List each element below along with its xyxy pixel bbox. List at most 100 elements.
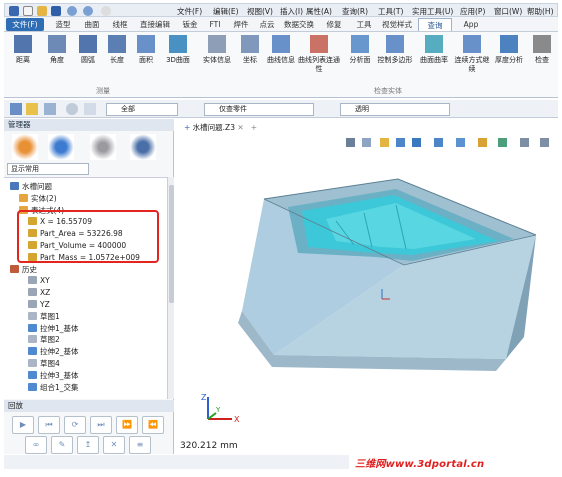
menu-item[interactable]: 窗口(W) xyxy=(494,6,522,17)
part-filter-combo[interactable]: 仅查零件 xyxy=(204,103,314,116)
tree-item[interactable]: 草图2 xyxy=(4,334,60,345)
menu-item[interactable]: 属性(A) xyxy=(306,6,332,17)
tree-item[interactable]: XZ xyxy=(4,287,50,298)
ribbon-tab[interactable]: 文件(F) xyxy=(6,18,44,31)
ribbon-tab[interactable]: 焊件 xyxy=(230,18,252,31)
assembly-tab-icon[interactable] xyxy=(48,134,74,160)
settings-icon[interactable] xyxy=(101,6,111,16)
document-tab[interactable]: + 水槽问题.Z3 ✕ + xyxy=(184,121,257,134)
select-arrow-icon[interactable] xyxy=(10,103,22,115)
link-icon[interactable]: ∞ xyxy=(25,436,47,454)
tree-item[interactable]: 组合1_交集 xyxy=(4,382,79,393)
view-icon-3[interactable] xyxy=(380,138,389,147)
app-icon[interactable] xyxy=(9,6,19,16)
box-select-icon[interactable] xyxy=(44,103,56,115)
open-folder-icon[interactable] xyxy=(37,6,47,16)
view-icon-7[interactable] xyxy=(456,138,465,147)
tree-item[interactable]: 水槽问题 xyxy=(4,181,52,192)
step-forward-button[interactable]: ⏭ xyxy=(90,416,112,434)
ribbon-button[interactable]: 面积 xyxy=(132,35,160,65)
edit-icon[interactable]: ✎ xyxy=(51,436,73,454)
graphics-viewport[interactable]: + 水槽问题.Z3 ✕ + Z X Y 320.212 mm xyxy=(176,119,558,454)
ribbon-tab[interactable]: 工具 xyxy=(352,18,376,31)
ribbon-button[interactable]: 曲线信息 xyxy=(266,35,296,65)
menu-item[interactable]: 帮助(H) xyxy=(527,6,554,17)
menu-item[interactable]: 实用工具(U) xyxy=(412,6,453,17)
menu-item[interactable]: 文件(F) xyxy=(177,6,202,17)
ribbon-tab[interactable]: 线框 xyxy=(108,18,132,31)
ribbon-tab[interactable]: 数据交换 xyxy=(282,18,316,31)
ribbon-button[interactable]: 长度 xyxy=(104,35,130,65)
play-button[interactable]: ▶ xyxy=(12,416,34,434)
loop-button[interactable]: ⟳ xyxy=(64,416,86,434)
tree-item[interactable]: 拉伸1_基体 xyxy=(4,323,79,334)
step-back-button[interactable]: ⏮ xyxy=(38,416,60,434)
ribbon-tab[interactable]: 曲面 xyxy=(80,18,104,31)
ribbon-tab[interactable]: 点云 xyxy=(256,18,278,31)
view-icon-9[interactable] xyxy=(498,138,507,147)
menu-item[interactable]: 视图(V) xyxy=(247,6,273,17)
ribbon-tab[interactable]: FTI xyxy=(204,18,226,31)
tree-item[interactable]: 实体(2) xyxy=(4,193,57,204)
tree-item[interactable]: 历史 xyxy=(4,264,37,275)
pick-filter-icon[interactable] xyxy=(26,103,38,115)
history-tab-icon[interactable] xyxy=(12,134,38,160)
undo-icon[interactable] xyxy=(67,6,77,16)
tree-item[interactable]: 草图4 xyxy=(4,358,60,369)
view-icon-6[interactable] xyxy=(434,138,443,147)
ribbon-button[interactable]: 曲面曲率 xyxy=(416,35,452,65)
rewind-button[interactable]: ⏪ xyxy=(142,416,164,434)
ribbon-button[interactable]: 分析面 xyxy=(346,35,374,65)
save-icon[interactable] xyxy=(51,6,61,16)
view-icon-10[interactable] xyxy=(520,138,529,147)
tree-item[interactable]: 拉伸3_基体 xyxy=(4,370,79,381)
delete-icon[interactable]: ✕ xyxy=(103,436,125,454)
ribbon-tab[interactable]: 查询 xyxy=(418,18,452,31)
fast-forward-button[interactable]: ⏩ xyxy=(116,416,138,434)
view-icon-5[interactable] xyxy=(412,138,421,147)
tree-item[interactable]: 拉伸2_基体 xyxy=(4,346,79,357)
view-icon-4[interactable] xyxy=(396,138,405,147)
menu-item[interactable]: 编辑(E) xyxy=(213,6,239,17)
ribbon-tab[interactable]: App xyxy=(458,18,484,31)
menu-item[interactable]: 工具(T) xyxy=(378,6,403,17)
view-icon-8[interactable] xyxy=(478,138,487,147)
tree-item[interactable]: XY xyxy=(4,275,50,286)
menu-item[interactable]: 应用(P) xyxy=(460,6,485,17)
scrollbar-thumb[interactable] xyxy=(169,185,174,303)
ribbon-button[interactable]: 检查 xyxy=(528,35,556,65)
view-icon-11[interactable] xyxy=(540,138,549,147)
tree-item[interactable]: 草图1 xyxy=(4,311,60,322)
ribbon-button[interactable]: 圆弧 xyxy=(74,35,102,65)
ribbon-button[interactable]: 坐标 xyxy=(236,35,264,65)
menu-item[interactable]: 插入(I) xyxy=(280,6,303,17)
ribbon-button[interactable]: 3D曲面 xyxy=(162,35,194,65)
select-filter-combo[interactable]: 全部 xyxy=(106,103,178,116)
tree-item[interactable]: YZ xyxy=(4,299,50,310)
menu-item[interactable]: 查询(R) xyxy=(342,6,368,17)
ribbon-button[interactable]: 角度 xyxy=(42,35,72,65)
ribbon-tab[interactable]: 视觉样式 xyxy=(380,18,414,31)
ribbon-button[interactable]: 距离 xyxy=(8,35,38,65)
ribbon-tab[interactable]: 造型 xyxy=(50,18,76,31)
rotate-icon[interactable] xyxy=(66,103,78,115)
filter-icon[interactable] xyxy=(84,103,96,115)
ribbon-button[interactable]: 连续方式继续 xyxy=(454,35,490,74)
view-icon-1[interactable] xyxy=(346,138,355,147)
ribbon-tab[interactable]: 修复 xyxy=(320,18,348,31)
layer-tab-icon[interactable] xyxy=(130,134,156,160)
transparency-combo[interactable]: 透明 xyxy=(340,103,450,116)
tree-scrollbar[interactable] xyxy=(167,177,174,399)
view-tab-icon[interactable] xyxy=(90,134,116,160)
redo-icon[interactable] xyxy=(83,6,93,16)
ribbon-button[interactable]: 控制多边形 xyxy=(376,35,414,65)
ribbon-button[interactable]: 实体信息 xyxy=(200,35,234,65)
ribbon-tab[interactable]: 直接编辑 xyxy=(136,18,174,31)
new-file-icon[interactable] xyxy=(23,6,33,16)
display-filter-select[interactable]: 显示常用 xyxy=(7,163,89,175)
ribbon-button[interactable]: 曲线列表连通性 xyxy=(298,35,340,74)
ribbon-button[interactable]: 厚度分析 xyxy=(492,35,526,65)
insert-icon[interactable]: ↥ xyxy=(77,436,99,454)
ribbon-tab[interactable]: 钣金 xyxy=(180,18,200,31)
list-icon[interactable]: ≡ xyxy=(129,436,151,454)
